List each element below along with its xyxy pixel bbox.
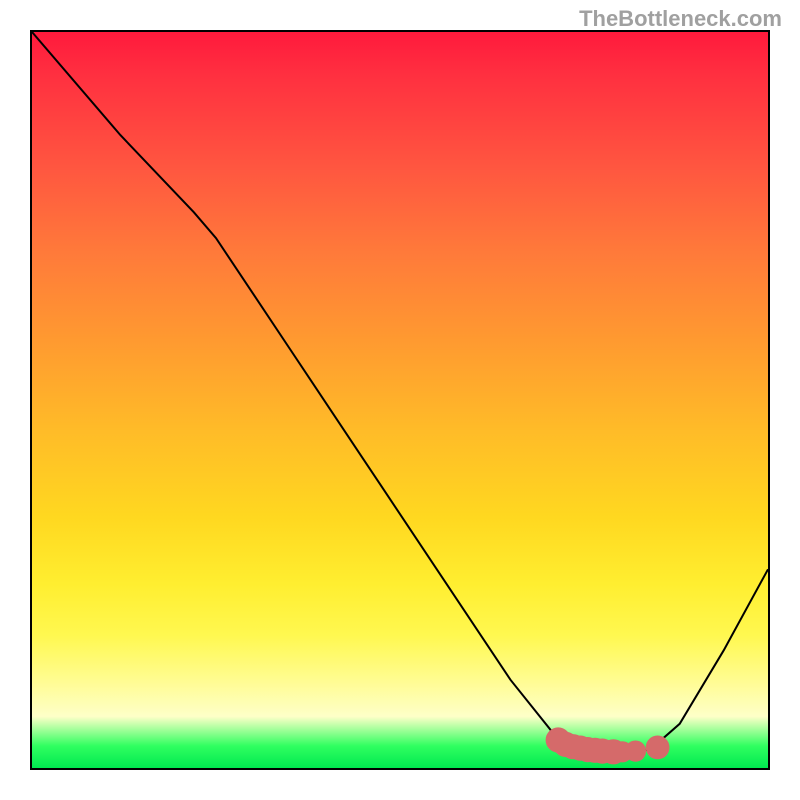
- bottleneck-curve: [32, 32, 768, 752]
- watermark-label: TheBottleneck.com: [579, 6, 782, 32]
- marker-dot: [625, 741, 646, 762]
- chart-container: TheBottleneck.com: [0, 0, 800, 800]
- marker-dot: [646, 736, 670, 760]
- chart-frame: [30, 30, 770, 770]
- marker-group: [546, 727, 670, 764]
- curve-svg: [32, 32, 768, 768]
